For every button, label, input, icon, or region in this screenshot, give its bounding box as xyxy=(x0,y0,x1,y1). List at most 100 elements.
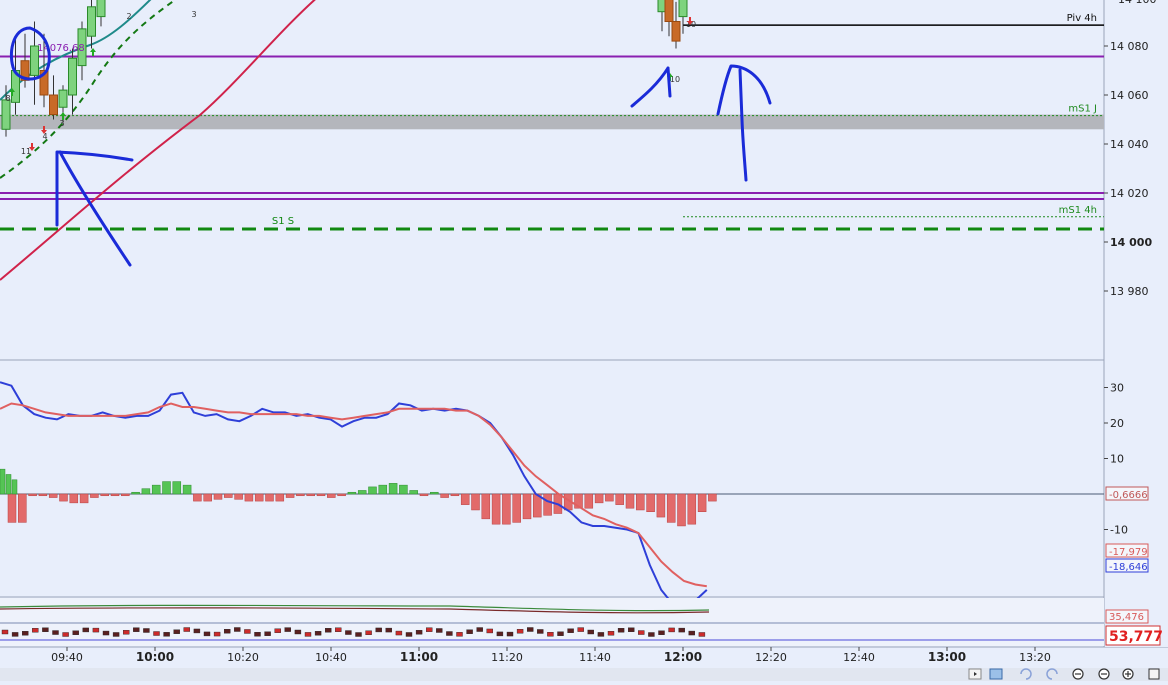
oscillator-block xyxy=(506,631,514,637)
macd-histogram-bar xyxy=(594,493,604,504)
macd-histogram-bar xyxy=(584,493,594,509)
oscillator-block xyxy=(597,632,605,637)
oscillator-block xyxy=(456,632,463,637)
macd-histogram-bar xyxy=(18,493,27,523)
oscillator-block xyxy=(42,627,49,632)
oscillator-block xyxy=(112,632,120,637)
macd-histogram-bar xyxy=(646,493,655,512)
oscillator-block xyxy=(668,627,675,633)
oscillator-block xyxy=(395,630,403,636)
macd-histogram-bar xyxy=(11,479,18,495)
macd-histogram-bar xyxy=(38,493,48,497)
macd-histogram-bar xyxy=(306,493,315,497)
macd-value-label: -17,979 xyxy=(1109,547,1148,558)
oscillator-block xyxy=(62,632,69,637)
candle-body xyxy=(1,99,11,130)
oscillator-block xyxy=(405,632,413,637)
oscillator-block xyxy=(11,632,19,637)
macd-histogram-bar xyxy=(327,493,336,498)
oscillator-block xyxy=(173,629,180,634)
oscillator-block xyxy=(223,629,231,634)
macd-histogram-bar xyxy=(224,493,233,498)
oscillator-block xyxy=(638,630,645,635)
bar-count-label: 3 xyxy=(191,10,196,19)
oscillator-block xyxy=(325,628,332,633)
oscillator-block xyxy=(486,628,493,634)
macd-axis-label: -10 xyxy=(1110,524,1128,537)
macd-histogram-bar xyxy=(100,493,109,497)
support-zone xyxy=(0,114,1104,130)
bar-count-label: 2 xyxy=(126,12,131,21)
macd-histogram-bar xyxy=(687,493,697,525)
macd-histogram-bar xyxy=(79,493,89,504)
zoom-in-icon[interactable] xyxy=(1122,668,1134,680)
expand-icon[interactable] xyxy=(1148,668,1160,680)
oscillator-block xyxy=(244,629,251,634)
macd-histogram-bar xyxy=(697,493,707,512)
macd-histogram-bar xyxy=(615,493,624,505)
table-icon[interactable] xyxy=(989,668,1003,680)
macd-histogram-bar xyxy=(460,493,470,505)
oscillator-block xyxy=(284,627,291,632)
candle-body xyxy=(58,89,68,108)
macd-histogram-bar xyxy=(90,493,99,498)
macd-axis-label: 10 xyxy=(1110,453,1124,466)
bar-count-label: 8 xyxy=(5,94,10,103)
zoom-fit-icon[interactable] xyxy=(1072,668,1084,680)
macd-histogram-bar xyxy=(450,493,460,497)
osc-value-label: 35,476 xyxy=(1109,612,1144,623)
oscillator-block xyxy=(183,627,191,632)
macd-histogram-bar xyxy=(203,493,212,502)
chart-canvas[interactable]: Piv 4hmS1 JmS1 4hS1 S 811432 3101014076.6… xyxy=(0,0,1168,681)
macd-histogram-bar xyxy=(399,484,408,495)
oscillator-block xyxy=(355,632,362,637)
oscillator-block xyxy=(102,630,110,636)
price-axis-label: 14 100 xyxy=(1118,0,1157,6)
oscillator-block xyxy=(264,631,271,636)
macd-histogram-bar xyxy=(121,493,130,497)
bar-count-label: 11 xyxy=(21,147,31,156)
candle-body xyxy=(49,94,58,116)
oscillator-block xyxy=(274,628,281,633)
oscillator-block xyxy=(577,627,584,632)
level-label: S1 S xyxy=(272,216,294,227)
scroll-right-icon[interactable] xyxy=(968,668,982,680)
macd-histogram-bar xyxy=(481,493,491,520)
price-axis-label: 13 980 xyxy=(1110,285,1149,298)
macd-histogram-bar xyxy=(296,493,305,497)
time-axis-label: 11:40 xyxy=(579,651,611,664)
price-axis-label: 14 080 xyxy=(1110,40,1149,53)
macd-histogram-bar xyxy=(151,484,161,495)
oscillator-block xyxy=(658,630,665,635)
bar-count-label: 3 xyxy=(59,119,64,128)
oscillator-block xyxy=(304,632,312,637)
macd-histogram-bar xyxy=(708,493,717,502)
oscillator-block xyxy=(72,630,79,635)
macd-histogram-bar xyxy=(636,493,645,511)
bottom-toolbar xyxy=(0,668,1168,681)
oscillator-block xyxy=(537,629,544,634)
oscillator-block xyxy=(335,627,342,632)
macd-value-label: -18,646 xyxy=(1109,562,1148,573)
candle-body xyxy=(664,0,674,22)
oscillator-block xyxy=(294,629,302,635)
macd-histogram-bar xyxy=(625,493,635,509)
oscillator-block xyxy=(516,628,524,634)
oscillator-block xyxy=(496,631,504,637)
table-icon xyxy=(989,668,1003,680)
oscillator-block xyxy=(365,630,372,635)
macd-histogram-bar xyxy=(59,493,68,502)
macd-histogram-bar xyxy=(193,493,202,502)
level-label: mS1 4h xyxy=(1059,205,1097,216)
oscillator-block xyxy=(52,630,59,635)
oscillator-block xyxy=(92,627,100,633)
chart-window: Piv 4h mS1 JmS1 4h S1 S 8 11 4 3 2 3 10 10 14076.6… xyxy=(0,0,1168,681)
candle-body xyxy=(96,0,106,18)
macd-histogram-bar xyxy=(254,493,264,502)
macd-histogram-bar xyxy=(131,491,140,495)
oscillator-block xyxy=(203,631,211,637)
oscillator-block xyxy=(688,630,695,636)
macd-histogram-bar xyxy=(162,481,171,495)
zoom-out-icon[interactable] xyxy=(1098,668,1110,680)
macd-histogram-bar xyxy=(275,493,285,502)
